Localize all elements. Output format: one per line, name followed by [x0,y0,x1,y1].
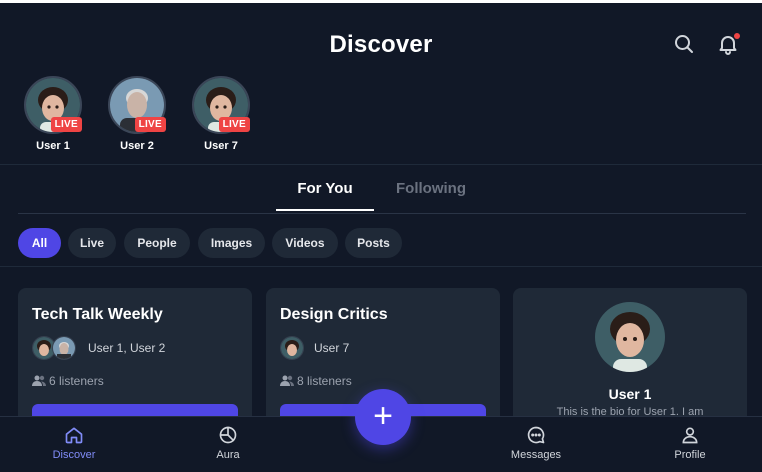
room-title: Design Critics [280,306,388,323]
nav-messages[interactable]: Messages [496,425,576,461]
avatar: LIVE [24,76,82,134]
header: Discover [0,3,762,73]
users-icon [32,375,46,386]
story-name: User 7 [204,140,238,152]
filter-chip-live[interactable]: Live [68,228,116,258]
avatar: LIVE [192,76,250,134]
listener-count: 8 listeners [280,374,352,388]
story-user-2[interactable]: LIVE User 2 [108,76,166,152]
story-name: User 1 [36,140,70,152]
profile-name: User 1 [608,386,652,402]
notification-dot [734,33,740,39]
avatar [595,302,665,372]
divider [18,213,746,214]
filter-chip-posts[interactable]: Posts [345,228,402,258]
plus-icon: + [373,397,393,435]
story-user-1[interactable]: LIVE User 1 [24,76,82,152]
nav-label: Messages [510,449,562,461]
child-avatar-image [595,302,665,372]
live-badge: LIVE [134,117,166,132]
divider [0,164,762,165]
user-icon [682,427,698,444]
host-names: User 1, User 2 [88,341,166,355]
filter-chip-all[interactable]: All [18,228,61,258]
divider [0,266,762,267]
listener-text: 8 listeners [297,374,352,388]
host-names: User 7 [314,341,350,355]
filter-chip-images[interactable]: Images [198,228,265,258]
nav-label: Profile [674,449,706,461]
nav-profile[interactable]: Profile [650,425,730,461]
page-title: Discover [329,31,433,58]
avatar [280,336,304,360]
create-button[interactable]: + [355,389,411,445]
nav-aura[interactable]: Aura [188,425,268,461]
chat-icon [527,426,545,444]
feed-tabs: For You Following [0,170,762,214]
avatar [52,336,76,360]
live-badge: LIVE [50,117,82,132]
nav-label: Discover [52,449,96,461]
search-icon[interactable] [672,32,696,56]
filter-chip-videos[interactable]: Videos [272,228,338,258]
filter-chip-people[interactable]: People [124,228,190,258]
nav-label: Aura [216,449,240,461]
users-icon [280,375,294,386]
live-badge: LIVE [218,117,250,132]
story-name: User 2 [120,140,154,152]
aura-icon [219,426,237,444]
active-tab-indicator [276,209,374,211]
story-user-7[interactable]: LIVE User 7 [192,76,250,152]
tab-following[interactable]: Following [382,180,480,197]
listener-text: 6 listeners [49,374,104,388]
bell-icon[interactable] [716,32,740,56]
room-title: Tech Talk Weekly [32,306,163,323]
tab-for-you[interactable]: For You [276,180,374,197]
avatar: LIVE [108,76,166,134]
listener-count: 6 listeners [32,374,104,388]
nav-discover[interactable]: Discover [34,425,114,461]
home-icon [65,427,83,444]
